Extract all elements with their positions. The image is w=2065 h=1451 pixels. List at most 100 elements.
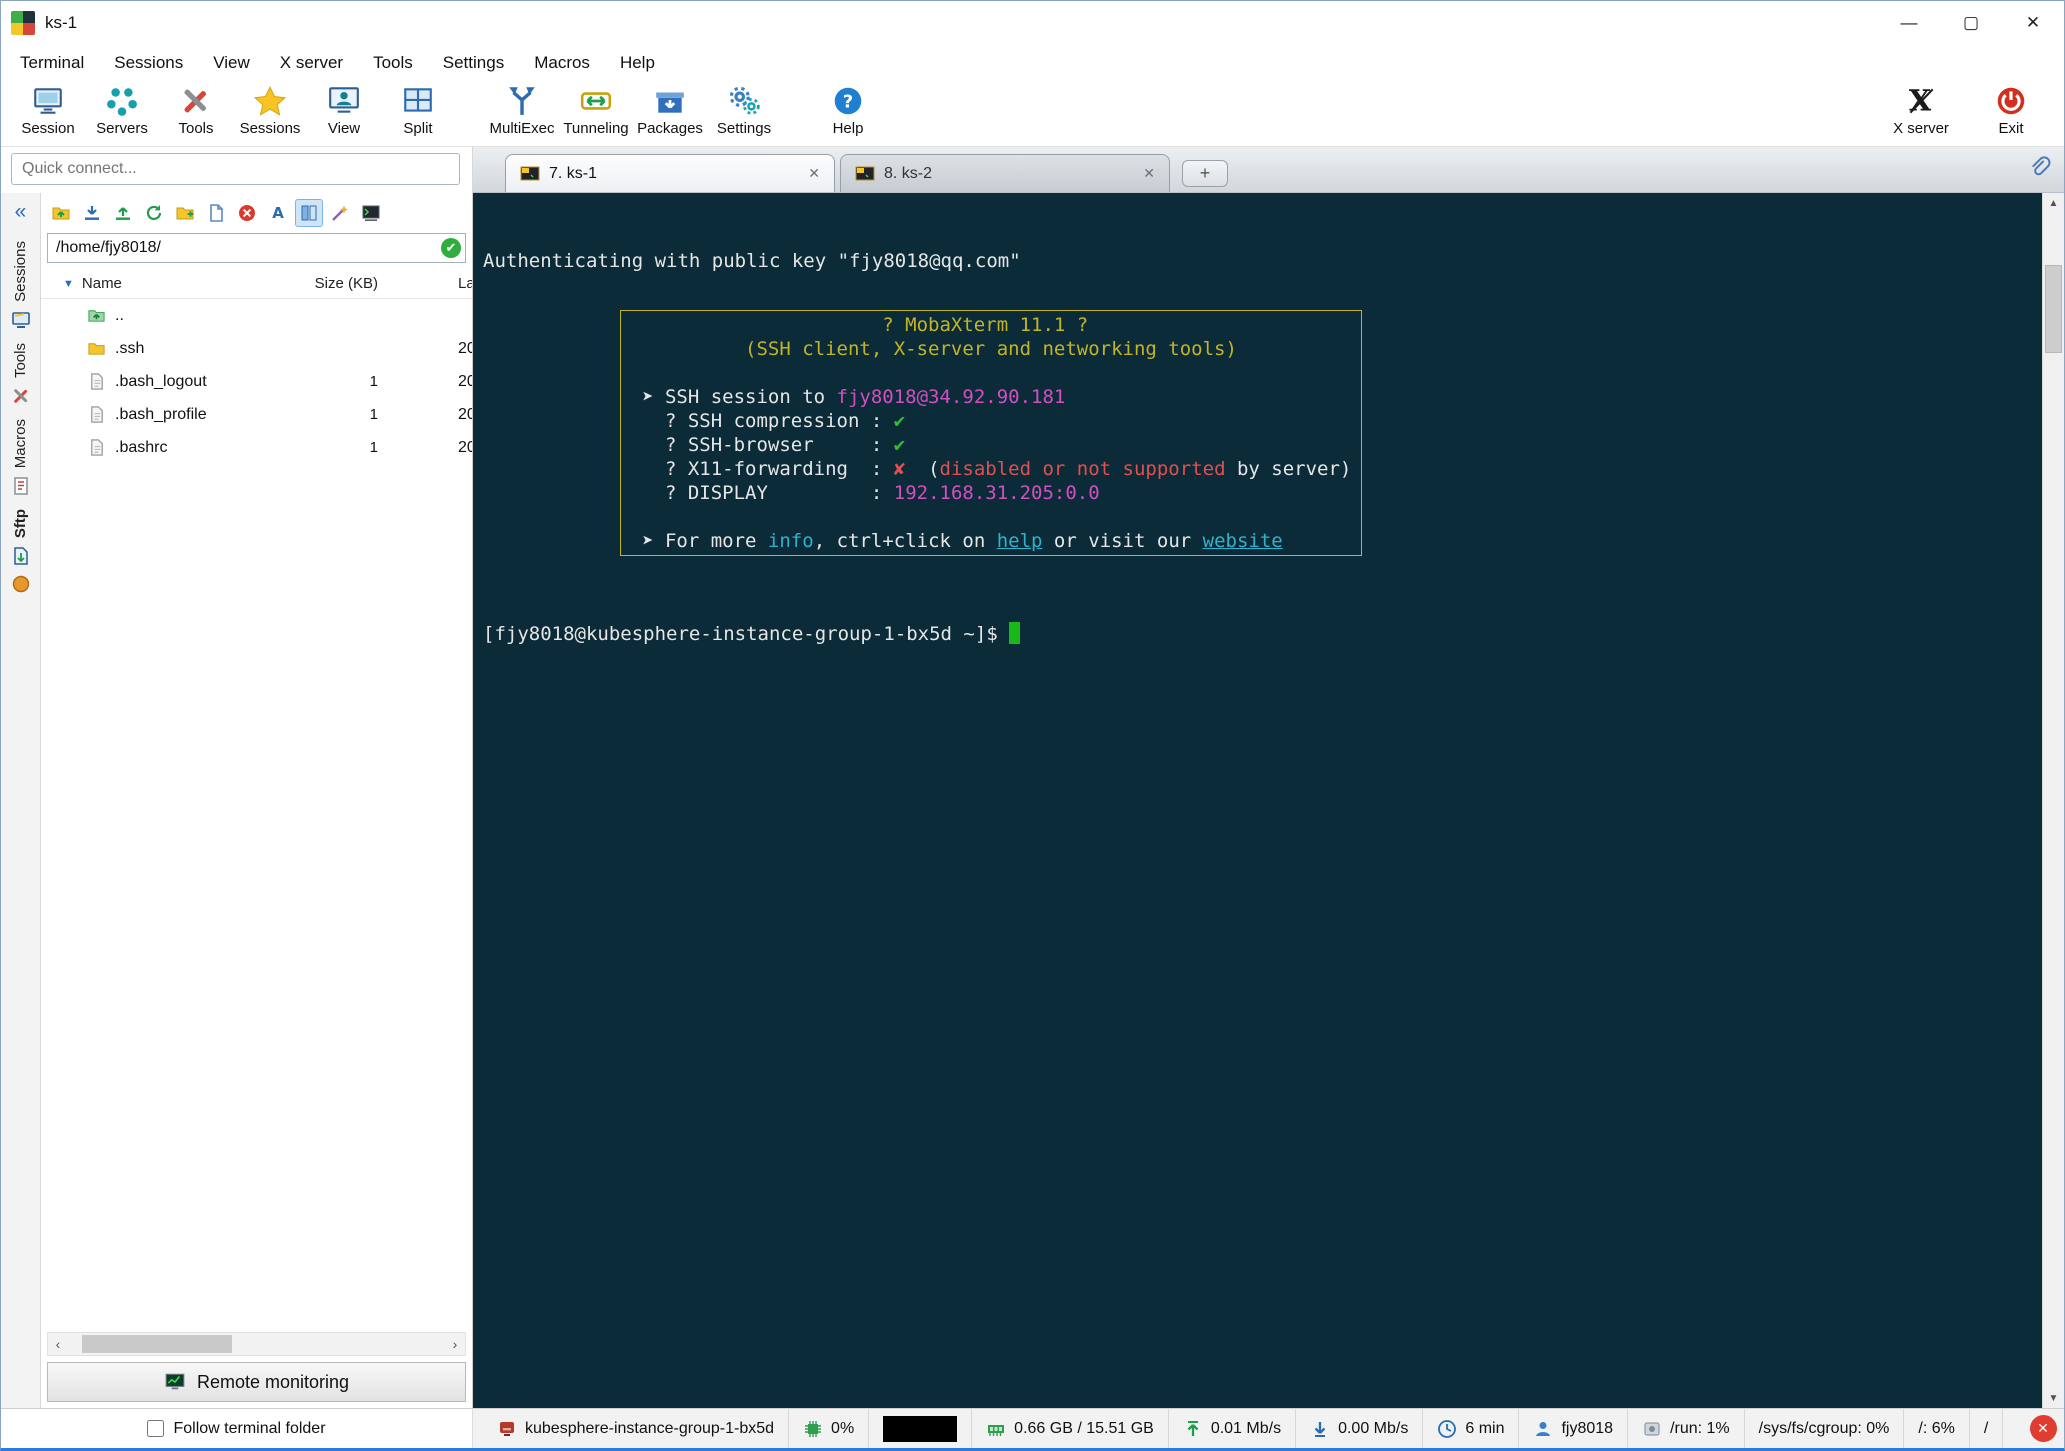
terminal-text: (SSH client, X-server and networking too… xyxy=(630,338,1237,360)
toolbar-help[interactable]: ? Help xyxy=(811,84,885,144)
down-arrow-icon xyxy=(1310,1419,1330,1439)
terminal-line: ? MobaXterm 11.1 ? xyxy=(631,313,1352,337)
terminal-text: ? SSH-browser : xyxy=(630,434,894,456)
terminal-text: ( xyxy=(905,458,940,480)
terminal-link[interactable]: website xyxy=(1203,530,1283,552)
menu-view[interactable]: View xyxy=(198,46,265,80)
scrollbar-thumb[interactable] xyxy=(82,1335,232,1353)
mini-terminal-icon xyxy=(855,165,875,183)
sftp-folder-up-icon[interactable] xyxy=(47,199,75,227)
tab-close-icon[interactable]: ✕ xyxy=(1143,165,1155,182)
minimize-button[interactable]: — xyxy=(1878,1,1940,45)
terminal-tab-7-ks-1[interactable]: 7. ks-1 ✕ xyxy=(505,154,835,192)
toolbar-left: Session Servers Tools Sessions View Split Mult… xyxy=(11,84,885,144)
side-tab-tools[interactable]: Tools xyxy=(11,338,31,406)
tab-close-icon[interactable]: ✕ xyxy=(808,165,820,182)
menu-macros[interactable]: Macros xyxy=(519,46,605,80)
terminal-link[interactable]: help xyxy=(997,530,1043,552)
sftp-download-icon[interactable] xyxy=(78,199,106,227)
scroll-down-icon[interactable]: ▼ xyxy=(2043,1388,2064,1408)
sftp-new-file-icon[interactable] xyxy=(202,199,230,227)
svg-text:?: ? xyxy=(843,91,853,112)
terminal-text: ✘ xyxy=(893,458,906,480)
file-icon xyxy=(87,372,106,391)
terminal-tab-8-ks-2[interactable]: 8. ks-2 ✕ xyxy=(840,154,1170,192)
column-name[interactable]: Name xyxy=(82,275,122,292)
toolbar-exit[interactable]: Exit xyxy=(1974,84,2048,144)
user-icon xyxy=(1533,1419,1553,1439)
follow-terminal-checkbox[interactable] xyxy=(147,1420,165,1437)
toolbar-packages[interactable]: Packages xyxy=(633,84,707,144)
sftp-wand-icon[interactable] xyxy=(326,199,354,227)
status-item: 0.66 GB / 15.51 GB xyxy=(972,1409,1169,1448)
sftp-rename-icon[interactable]: A xyxy=(264,199,292,227)
side-tab-sftp[interactable]: Sftp xyxy=(11,504,31,566)
terminal-line xyxy=(631,361,1352,385)
sftp-path-input[interactable] xyxy=(47,233,466,263)
menu-settings[interactable]: Settings xyxy=(428,46,519,80)
terminal-line: ➤ For more info, ctrl+click on help or v… xyxy=(631,529,1352,553)
tree-expander-icon[interactable]: ▼ xyxy=(63,278,74,290)
terminal-line: ➤ SSH session to fjy8018@34.92.90.181 xyxy=(631,385,1352,409)
sftp-refresh-icon[interactable] xyxy=(140,199,168,227)
menu-tools[interactable]: Tools xyxy=(358,46,428,80)
scroll-up-icon[interactable]: ▲ xyxy=(2043,193,2064,213)
terminal-line: ? DISPLAY : 192.168.31.205:0.0 xyxy=(631,481,1352,505)
toolbar-view[interactable]: View xyxy=(307,84,381,144)
file-icon xyxy=(87,405,106,424)
scroll-left-icon[interactable]: ‹ xyxy=(48,1336,68,1352)
column-size[interactable]: Size (KB) xyxy=(300,275,420,292)
terminal-line: ? SSH compression : ✔ xyxy=(631,409,1352,433)
collapse-sidebar-button[interactable]: « xyxy=(15,201,27,222)
window-controls: — ▢ ✕ xyxy=(1878,1,2064,45)
menu-x-server[interactable]: X server xyxy=(265,46,358,80)
terminal-text: ✔ xyxy=(893,434,906,456)
side-tab-sessions[interactable]: Sessions xyxy=(11,236,31,330)
toolbar-right: XX server Exit xyxy=(1884,84,2054,144)
tunneling-icon xyxy=(579,84,613,118)
toolbar-tunneling[interactable]: Tunneling xyxy=(559,84,633,144)
sftp-new-folder-icon[interactable] xyxy=(171,199,199,227)
toolbar-x-server[interactable]: XX server xyxy=(1884,84,1958,144)
sftp-terminal-follow-icon[interactable] xyxy=(357,199,385,227)
close-circle-icon[interactable]: ✕ xyxy=(2029,1415,2057,1442)
terminal[interactable]: Authenticating with public key "fjy8018@… xyxy=(473,193,2042,1408)
file-row[interactable]: .. xyxy=(41,299,472,332)
file-row[interactable]: .ssh 20 xyxy=(41,332,472,365)
terminal-scrollbar[interactable]: ▲ ▼ xyxy=(2042,193,2064,1408)
quick-connect-input[interactable] xyxy=(11,153,460,185)
mini-terminal-icon xyxy=(520,165,540,183)
file-row[interactable]: .bashrc 1 20 xyxy=(41,431,472,464)
remote-monitoring-button[interactable]: Remote monitoring xyxy=(47,1362,466,1402)
file-row[interactable]: .bash_profile 1 20 xyxy=(41,398,472,431)
sftp-upload-icon[interactable] xyxy=(109,199,137,227)
terminal-line: (SSH client, X-server and networking too… xyxy=(631,337,1352,361)
toolbar-session[interactable]: Session xyxy=(11,84,85,144)
terminal-text: info xyxy=(767,530,814,552)
column-last[interactable]: La xyxy=(420,275,472,292)
sftp-panes-icon[interactable] xyxy=(295,199,323,227)
paperclip-icon[interactable] xyxy=(2026,155,2052,181)
scroll-right-icon[interactable]: › xyxy=(445,1336,465,1352)
close-button[interactable]: ✕ xyxy=(2002,1,2064,45)
menu-terminal[interactable]: Terminal xyxy=(5,46,99,80)
toolbar-settings[interactable]: Settings xyxy=(707,84,781,144)
sessions-tab-icon xyxy=(11,307,31,330)
menu-sessions[interactable]: Sessions xyxy=(99,46,198,80)
sftp-delete-icon[interactable] xyxy=(233,199,261,227)
side-tab-macros[interactable]: Macros xyxy=(11,414,31,496)
toolbar-split[interactable]: Split xyxy=(381,84,455,144)
sftp-horizontal-scrollbar[interactable]: ‹ › xyxy=(47,1332,466,1356)
maximize-button[interactable]: ▢ xyxy=(1940,1,2002,45)
terminal-line: ? SSH-browser : ✔ xyxy=(631,433,1352,457)
scrollbar-thumb[interactable] xyxy=(2045,265,2062,353)
toolbar-servers[interactable]: Servers xyxy=(85,84,159,144)
menu-help[interactable]: Help xyxy=(605,46,670,80)
toolbar-multiexec[interactable]: MultiExec xyxy=(485,84,559,144)
toolbar-tools[interactable]: Tools xyxy=(159,84,233,144)
file-row[interactable]: .bash_logout 1 20 xyxy=(41,365,472,398)
new-tab-button[interactable]: + xyxy=(1182,160,1228,187)
toolbar-sessions[interactable]: Sessions xyxy=(233,84,307,144)
